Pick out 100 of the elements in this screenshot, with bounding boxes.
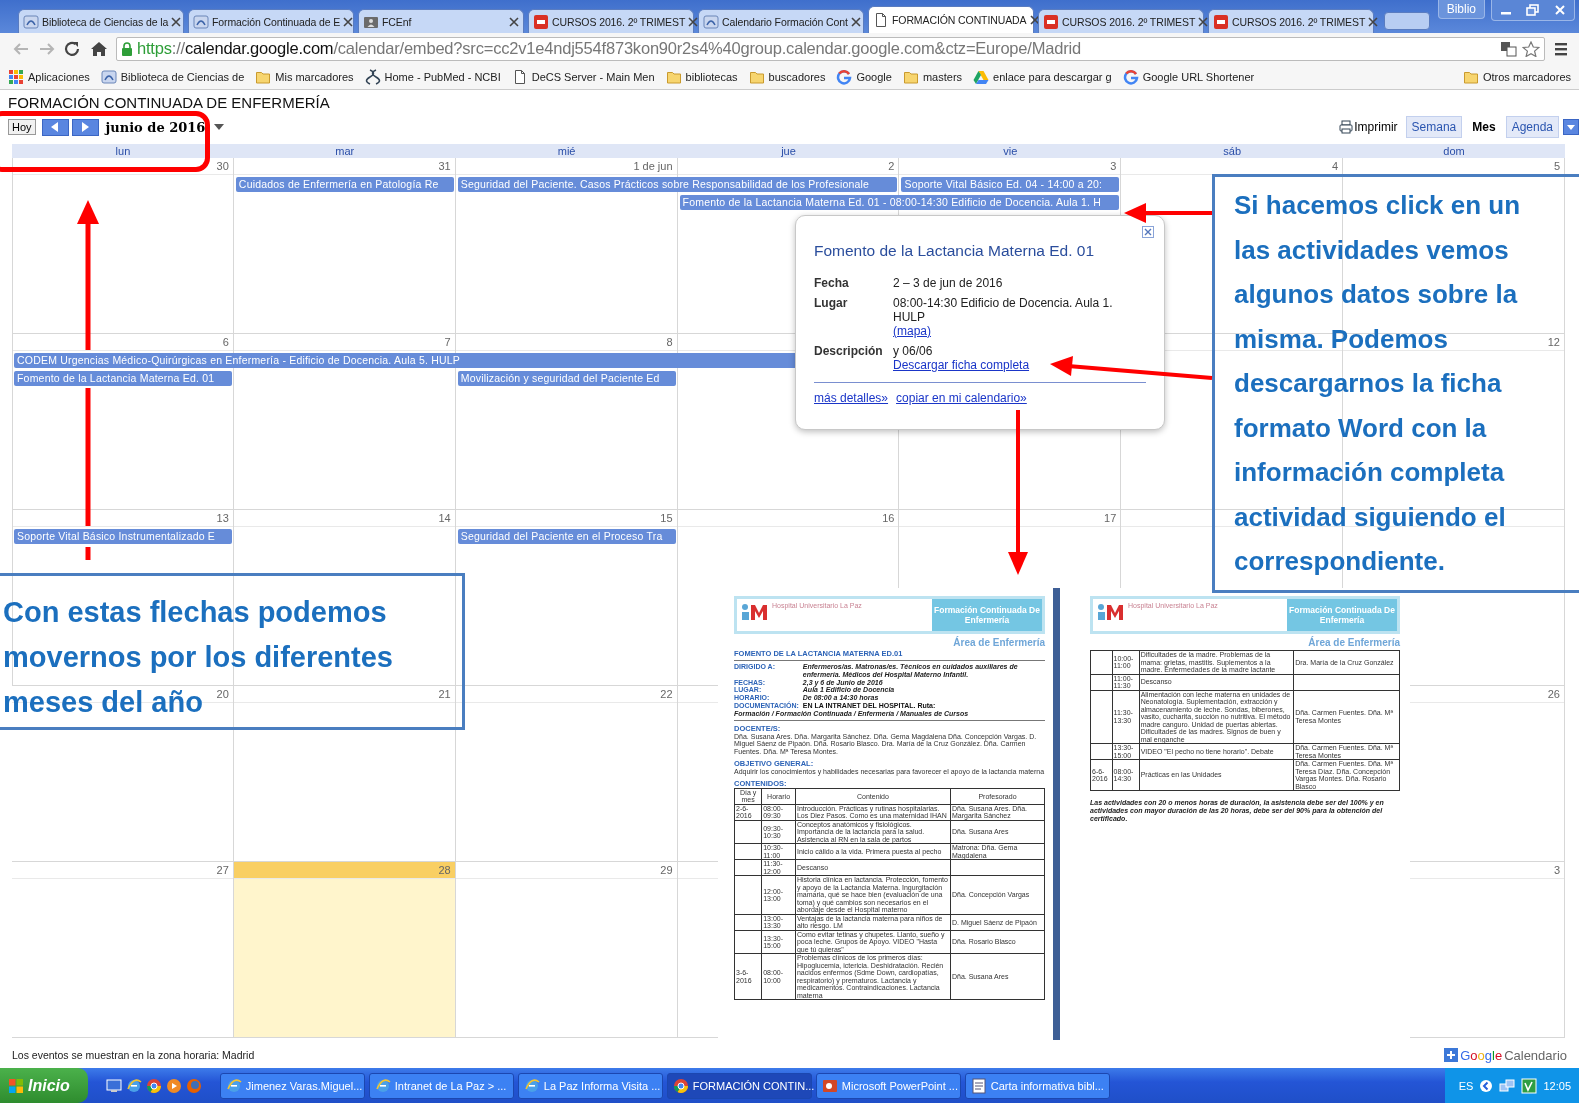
close-icon[interactable] <box>1029 15 1040 25</box>
bookmark-label: Otros marcadores <box>1482 70 1571 83</box>
pdf-icon <box>533 13 549 30</box>
slides-app-icon <box>821 1077 838 1094</box>
day-number: 30 <box>216 159 229 175</box>
link[interactable]: más detalles» <box>814 391 889 405</box>
bookmark[interactable]: enlace para descargar g <box>973 68 1112 85</box>
close-icon[interactable] <box>688 16 699 27</box>
star-icon[interactable] <box>1522 40 1540 57</box>
view-tab[interactable]: Agenda <box>1505 116 1559 139</box>
bookmark-label: buscadores <box>768 70 826 83</box>
calendar-badge[interactable]: Google Calendario <box>1444 1047 1567 1063</box>
caret-icon[interactable] <box>214 124 225 131</box>
area-heading: Área de Enfermería <box>1307 637 1400 648</box>
program-banner: Formación Continuada De Enfermería <box>1287 599 1397 631</box>
address-field[interactable]: https://calendar.google.com/calendar/embed?src=cc2v1e4ndj554f873kon90r2s4%40group.calendar.google.com&ctz=Europe/Madrid <box>116 36 1545 61</box>
taskbar-button[interactable]: La Paz Informa Visita ... <box>517 1072 663 1099</box>
taskbar-button[interactable]: Carta informativa bibl... <box>964 1072 1110 1099</box>
day-number: 28 <box>438 863 451 879</box>
browser-tab[interactable]: Formación Continuada de E <box>188 9 354 33</box>
round-logo-icon[interactable] <box>145 1077 162 1094</box>
weekday-label: vie <box>1002 144 1019 159</box>
browser-tab[interactable]: Calendario Formación Cont <box>698 9 864 33</box>
bookmark[interactable]: Google <box>836 68 892 85</box>
view-tab[interactable]: Semana <box>1405 116 1463 139</box>
bookmark[interactable]: Aplicaciones <box>8 68 90 85</box>
bookmark[interactable]: Mis marcadores <box>255 68 354 85</box>
bookmark[interactable]: Otros marcadores <box>1462 68 1571 85</box>
close-icon[interactable] <box>171 16 182 27</box>
day-number: 22 <box>660 687 673 703</box>
pdf-icon <box>1043 13 1059 30</box>
close-icon[interactable] <box>1142 226 1154 238</box>
browser-tab[interactable]: FCEnf <box>358 9 524 33</box>
link[interactable]: copiar en mi calendario» <box>896 391 1027 405</box>
callout-line: información completa <box>1234 456 1505 489</box>
taskbar-button[interactable]: FORMACIÓN CONTIN... <box>666 1072 812 1099</box>
e-logo-icon <box>225 1077 242 1094</box>
taskbar-button[interactable]: Microsoft PowerPoint ... <box>815 1072 961 1099</box>
next-month-button[interactable] <box>71 118 99 136</box>
new-tab-button[interactable] <box>1384 12 1430 30</box>
day-number: 3 <box>1553 863 1560 879</box>
taskbar-button[interactable]: Jimenez Varas.Miguel... <box>219 1072 365 1099</box>
menu-icon[interactable] <box>1553 40 1569 57</box>
calendar-title: FORMACIÓN CONTINUADA DE ENFERMERÍA <box>7 94 331 112</box>
home-icon[interactable] <box>90 40 108 57</box>
bookmark[interactable]: Home - PubMed - NCBI <box>364 68 501 85</box>
network-icon[interactable] <box>1499 1077 1516 1094</box>
today-button[interactable]: Hoy <box>8 119 36 136</box>
tab-title: Biblioteca de Ciencias de la <box>42 15 169 28</box>
browser-tab[interactable]: Biblioteca de Ciencias de la <box>18 9 184 33</box>
bookmark-label: masters <box>922 70 963 83</box>
callout-line: misma. Podemos <box>1234 322 1448 356</box>
print-link[interactable]: Imprimir <box>1339 120 1398 135</box>
taskbar-button[interactable]: Intranet de La Paz > ... <box>368 1072 514 1099</box>
day-number: 7 <box>444 335 451 351</box>
bookmark[interactable]: bibliotecas <box>665 68 738 85</box>
media-player-icon[interactable] <box>165 1077 182 1094</box>
hospital-logo-icon <box>1096 602 1126 622</box>
field-value: 08:00-14:30 Edificio de Docencia. Aula 1. HULP <box>893 296 1114 324</box>
g-logo-icon <box>836 68 853 85</box>
weekday-label: lun <box>114 144 132 159</box>
day-number: 2 <box>888 159 895 175</box>
bookmark[interactable]: Google URL Shortener <box>1122 68 1255 85</box>
bookmark[interactable]: buscadores <box>748 68 826 85</box>
close-icon[interactable] <box>1198 16 1209 27</box>
bookmark[interactable]: Biblioteca de Ciencias de <box>100 68 245 85</box>
translate-icon[interactable] <box>1500 40 1518 57</box>
close-icon[interactable] <box>850 16 861 27</box>
day-number: 29 <box>660 863 673 879</box>
bookmark[interactable]: DeCS Server - Main Men <box>511 68 655 85</box>
tab-title: CURSOS 2016. 2º TRIMEST <box>552 15 686 28</box>
link[interactable]: (mapa) <box>893 324 931 338</box>
round-logo-icon <box>672 1077 689 1094</box>
view-menu-button[interactable] <box>1563 119 1579 136</box>
day-number: 21 <box>438 687 451 703</box>
callout-line: Con estas flechas podemos <box>3 595 387 630</box>
e-logo-icon <box>374 1077 391 1094</box>
day-number: 16 <box>882 511 895 527</box>
product-label: Calendario <box>1504 1047 1567 1063</box>
previous-month-button[interactable] <box>41 118 69 136</box>
reload-icon[interactable] <box>64 40 82 57</box>
bookmark-label: DeCS Server - Main Men <box>531 70 655 83</box>
desktop-icon[interactable] <box>105 1077 122 1094</box>
page-icon <box>873 12 889 28</box>
day-number: 14 <box>438 511 451 527</box>
area-heading: Área de Enfermería <box>952 637 1045 648</box>
e-logo-icon[interactable] <box>125 1077 142 1094</box>
bookmark-label: Mis marcadores <box>275 70 354 83</box>
bookmark[interactable]: masters <box>902 68 963 85</box>
callout-line: Si hacemos click en un <box>1234 189 1521 222</box>
callout-line: correspondiente. <box>1234 545 1445 578</box>
day-number: 8 <box>666 335 673 351</box>
close-icon[interactable] <box>509 16 519 27</box>
close-icon[interactable] <box>1368 16 1379 27</box>
tab-title: CURSOS 2016. 2º TRIMEST <box>1232 15 1366 28</box>
back-circle-icon[interactable] <box>1479 1078 1494 1093</box>
close-icon[interactable] <box>343 16 354 27</box>
callout-line: algunos datos sobre la <box>1234 278 1518 311</box>
site-logo-icon <box>23 13 39 30</box>
tray-app-icon[interactable] <box>1521 1077 1538 1094</box>
